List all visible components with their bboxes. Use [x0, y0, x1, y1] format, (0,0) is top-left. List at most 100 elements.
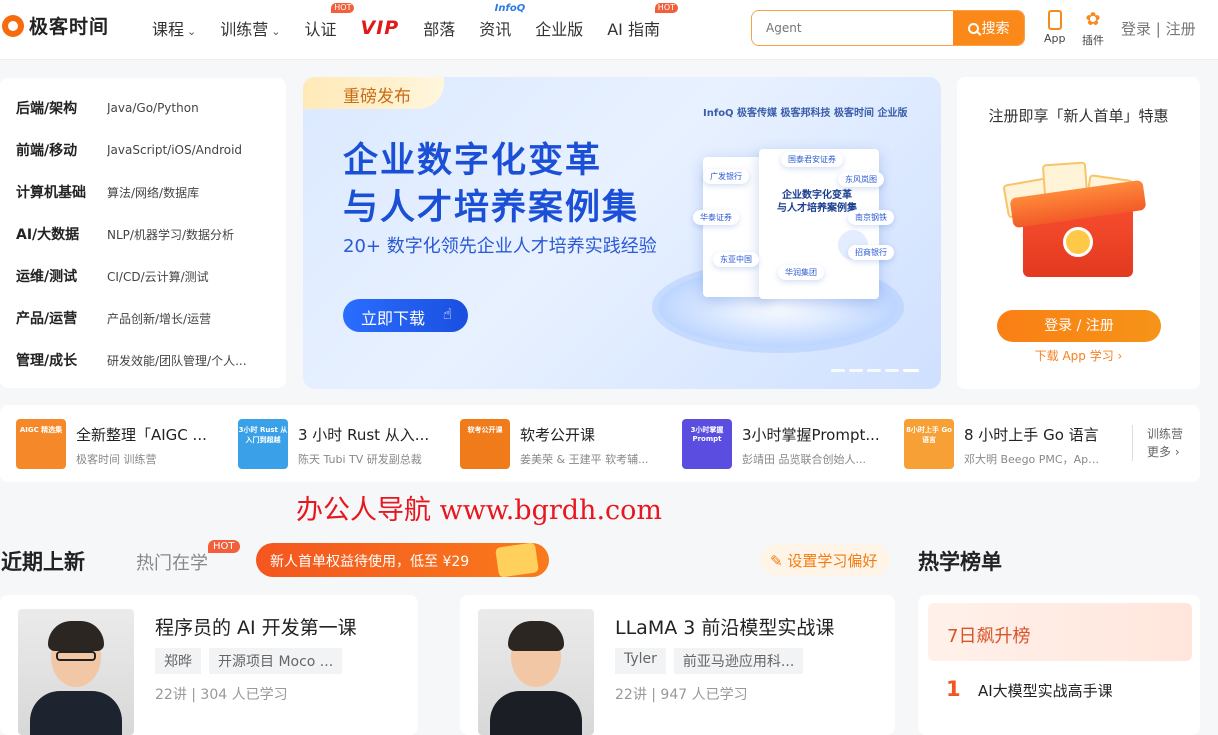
company-chip: 东亚中国 — [713, 252, 759, 267]
category-sidebar: 后端/架构 Java/Go/Python 前端/移动 JavaScript/iOS/… — [0, 78, 286, 388]
nav-enterprise[interactable]: 企业版 — [535, 16, 583, 40]
login-register-button[interactable]: 登录 / 注册 — [997, 310, 1161, 342]
logo-mark-icon — [2, 14, 24, 37]
camp-subtitle: 彭靖田 品览联合创始人... — [742, 453, 866, 466]
logo-knot-icon — [1063, 227, 1093, 257]
infoq-badge: InfoQ — [494, 3, 526, 14]
carousel-dot[interactable] — [867, 369, 881, 372]
nav-ai-guide[interactable]: AI 指南 HOT — [607, 3, 678, 40]
banner-logos: InfoQ 极客传媒 极客邦科技 极客时间 企业版 — [703, 108, 908, 119]
new-user-coupon-banner[interactable]: 新人首单权益待使用，低至 ¥29 — [256, 542, 549, 578]
search-input[interactable] — [752, 11, 953, 45]
camp-more-link[interactable]: 训练营 更多 › — [1132, 425, 1183, 461]
course-card[interactable]: LLaMA 3 前沿模型实战课 Tyler 前亚马逊应用科... 22讲 | 9… — [460, 595, 895, 735]
plugin-download[interactable]: ✿ 插件 — [1082, 10, 1104, 48]
category-item[interactable]: 运维/测试 CI/CD/云计算/测试 — [16, 266, 276, 286]
course-title: 程序员的 AI 开发第一课 — [155, 617, 357, 639]
category-item[interactable]: 产品/运营 产品创新/增长/运营 — [16, 308, 276, 328]
category-item[interactable]: 计算机基础 算法/网络/数据库 — [16, 182, 276, 202]
camp-title: 3小时掌握Prompt... — [742, 426, 880, 444]
tab-hot[interactable]: 热门在学 — [136, 549, 208, 575]
course-meta: 22讲 | 304 人已学习 — [155, 687, 288, 703]
pointer-icon: ☝ — [442, 305, 452, 323]
tab-new[interactable]: 近期上新 — [1, 546, 85, 576]
camp-title: 软考公开课 — [520, 426, 596, 444]
category-item[interactable]: 前端/移动 JavaScript/iOS/Android — [16, 140, 276, 160]
watermark-text: 办公人导航 www.bgrdh.com — [296, 495, 663, 526]
camp-item[interactable]: 8小时上手 Go 语言 8 小时上手 Go 语言 邓大明 Beego PMC，Ap… — [904, 419, 1104, 469]
camp-subtitle: 邓大明 Beego PMC，Apa... — [964, 453, 1104, 466]
camp-thumbnail: 软考公开课 — [460, 419, 510, 469]
search-button[interactable]: 搜索 — [953, 11, 1024, 45]
logo-text: 极客时间 — [29, 16, 110, 38]
ranking-panel: 7日飙升榜 1 AI大模型实战高手课 — [918, 595, 1200, 735]
download-button[interactable]: 立即下载 ☝ — [343, 299, 468, 332]
carousel-dot[interactable] — [849, 369, 863, 372]
rank-item[interactable]: AI大模型实战高手课 — [978, 680, 1113, 701]
camp-subtitle: 极客时间 训练营 — [76, 453, 157, 466]
camp-item[interactable]: 3小时 Rust 从入门到超越 3 小时 Rust 从入... 陈天 Tubi T… — [238, 419, 438, 469]
promo-title: 注册即享「新人首单」特惠 — [988, 107, 1169, 125]
main-nav: 课程 ⌄ 训练营 ⌄ 认证 HOT VIP 部落 资讯 InfoQ 企业版 AI 指南 H… — [152, 0, 684, 56]
camp-title: 8 小时上手 Go 语言 — [964, 426, 1099, 444]
course-card[interactable]: 程序员的 AI 开发第一课 郑晔 开源项目 Moco ... 22讲 | 304… — [0, 595, 418, 735]
camp-item[interactable]: AIGC 精选集 全新整理「AIGC ... 极客时间 训练营 — [16, 419, 216, 469]
search-bar: 搜索 — [751, 10, 1025, 46]
banner-title: 企业数字化变革 — [343, 141, 603, 181]
download-app-link[interactable]: 下载 App 学习 › — [957, 347, 1200, 364]
nav-camp[interactable]: 训练营 ⌄ — [220, 16, 280, 40]
camp-row: AIGC 精选集 全新整理「AIGC ... 极客时间 训练营 3小时 Rust … — [0, 405, 1200, 482]
carousel-dot[interactable] — [903, 369, 919, 372]
ranking-title: 热学榜单 — [918, 550, 1002, 574]
course-tags: Tyler 前亚马逊应用科... — [615, 648, 811, 674]
company-chip: 南京钢铁 — [848, 210, 894, 225]
camp-subtitle: 陈天 Tubi TV 研发副总裁 — [298, 453, 422, 466]
company-chip: 华泰证券 — [693, 210, 739, 225]
company-chip: 东风岚图 — [838, 172, 884, 187]
pencil-icon: ✎ — [770, 552, 788, 570]
hot-badge: HOT — [208, 540, 240, 553]
category-item[interactable]: 管理/成长 研发效能/团队管理/个人... — [16, 350, 276, 370]
category-item[interactable]: AI/大数据 NLP/机器学习/数据分析 — [16, 224, 276, 244]
chevron-down-icon: ⌄ — [271, 25, 281, 38]
course-tag: Tyler — [615, 648, 666, 674]
carousel-dot[interactable] — [831, 369, 845, 372]
banner-title: 与人才培养案例集 — [343, 188, 640, 228]
rank-number: 1 — [946, 677, 961, 701]
learning-preference-button[interactable]: ✎ 设置学习偏好 — [760, 544, 890, 576]
book-title: 企业数字化变革 与人才培养案例集 — [777, 190, 857, 214]
category-item[interactable]: 后端/架构 Java/Go/Python — [16, 98, 276, 118]
phone-icon — [1047, 10, 1062, 30]
nav-tribe[interactable]: 部落 — [423, 16, 455, 40]
new-user-promo: 注册即享「新人首单」特惠 登录 / 注册 下载 App 学习 › — [957, 77, 1200, 389]
camp-title: 3 小时 Rust 从入... — [298, 426, 430, 444]
coupon-icon — [495, 542, 539, 578]
camp-item[interactable]: 软考公开课 软考公开课 姜美荣 & 王建平 软考辅... — [460, 419, 660, 469]
instructor-photo — [18, 609, 134, 735]
login-register-link[interactable]: 登录 | 注册 — [1121, 18, 1196, 39]
hero-banner[interactable]: 重磅发布 InfoQ 极客传媒 极客邦科技 极客时间 企业版 企业数字化变革 与… — [303, 77, 941, 389]
banner-subtitle: 20+ 数字化领先企业人才培养实践经验 — [343, 236, 657, 257]
hot-badge: HOT — [654, 3, 678, 13]
camp-title: 全新整理「AIGC ... — [76, 426, 207, 444]
nav-cert[interactable]: 认证 HOT — [304, 3, 355, 40]
nav-course[interactable]: 课程 ⌄ — [152, 16, 196, 40]
ranking-header[interactable]: 7日飙升榜 — [928, 603, 1192, 661]
course-tag: 开源项目 Moco ... — [209, 648, 343, 674]
banner-tag: 重磅发布 — [303, 77, 444, 109]
logo[interactable]: 极客时间 — [2, 12, 109, 39]
company-chip: 招商银行 — [848, 245, 894, 260]
company-chip: 华润集团 — [778, 265, 824, 280]
hot-badge: HOT — [331, 3, 355, 13]
camp-item[interactable]: 3小时掌握 Prompt 3小时掌握Prompt... 彭靖田 品览联合创始人..… — [682, 419, 882, 469]
top-header: 极客时间 课程 ⌄ 训练营 ⌄ 认证 HOT VIP 部落 资讯 InfoQ 企业版 A… — [0, 0, 1218, 60]
nav-news[interactable]: 资讯 InfoQ — [479, 3, 525, 40]
course-title: LLaMA 3 前沿模型实战课 — [615, 617, 835, 639]
nav-vip[interactable]: VIP — [360, 17, 399, 39]
app-download[interactable]: App — [1044, 10, 1066, 45]
search-icon — [967, 22, 979, 34]
carousel-dot[interactable] — [885, 369, 899, 372]
camp-thumbnail: 3小时掌握 Prompt — [682, 419, 732, 469]
carousel-dots — [831, 369, 923, 372]
course-tag: 前亚马逊应用科... — [673, 648, 804, 674]
